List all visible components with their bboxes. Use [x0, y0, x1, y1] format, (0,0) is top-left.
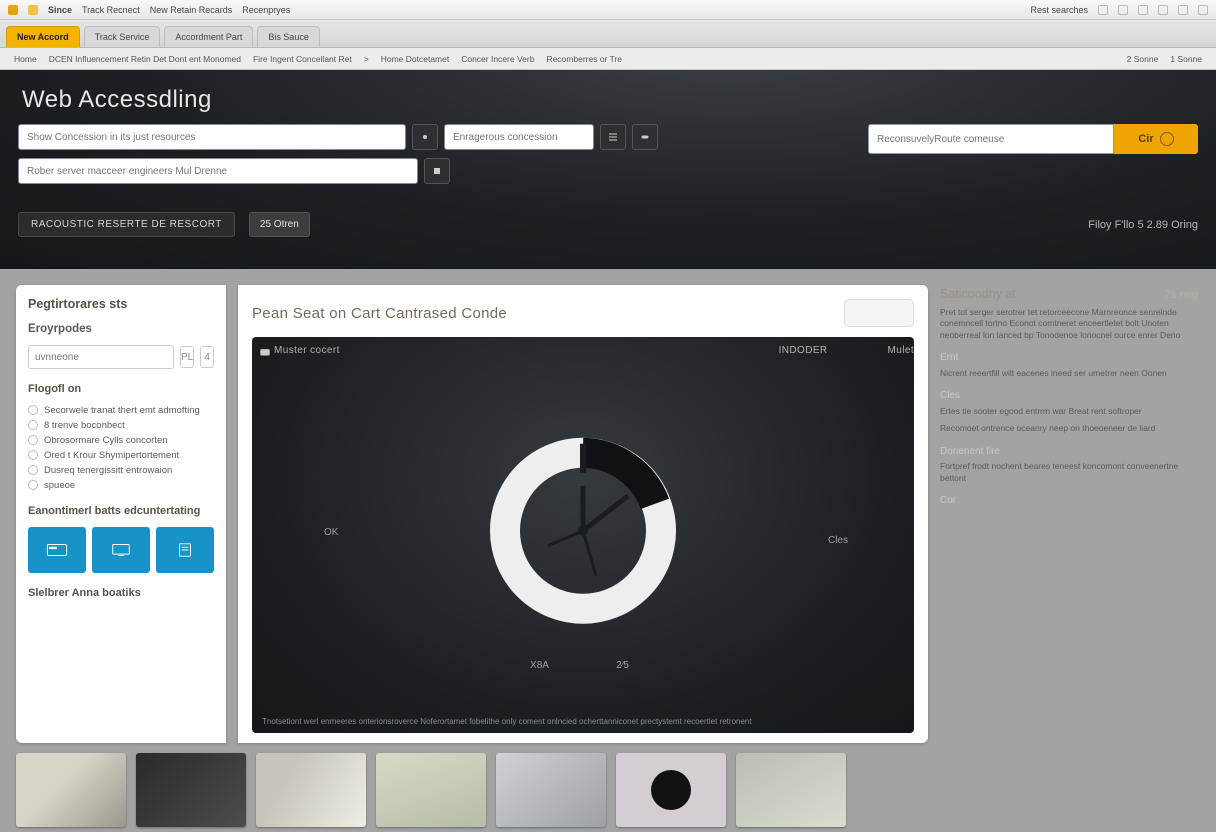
center-card: Pean Seat on Cart Cantrased Conde Muster…: [238, 285, 928, 743]
sidebar-section: Flogofl on: [28, 383, 214, 395]
sidebar-heading: Pegtirtorares sts: [28, 297, 214, 311]
sidebar-filter-list: Secorwele tranat thert emt admofting 8 t…: [28, 405, 214, 491]
info-paragraph: Fortpref frodt nochent beares teneest ko…: [940, 461, 1198, 484]
search-settings-icon[interactable]: [412, 124, 438, 150]
results-label: RACOUSTIC RESERTE DE RESCORT: [18, 212, 235, 237]
sidebar-subheading: Eroyrpodes: [28, 323, 214, 335]
crumb-right[interactable]: 2 Sonne: [1127, 54, 1159, 64]
thumbnail[interactable]: [256, 753, 366, 827]
gauge-stage: Muster cocert INDODER Mulet OK Cles X8A: [252, 337, 914, 733]
browser-tab-strip: New Accord Track Service Accordment Part…: [0, 20, 1216, 48]
stage-tab[interactable]: INDODER: [779, 345, 828, 356]
info-count: 71 neg: [1164, 289, 1198, 301]
hero-header: Web Accessdling Cir RACOUSTIC RESERTE DE…: [0, 70, 1216, 269]
tray-icon[interactable]: [1098, 5, 1108, 15]
mode-chip[interactable]: [844, 299, 914, 327]
crumb[interactable]: DCEN Influencement Retin Det Dont ent Mo…: [49, 54, 241, 64]
main-content: Pegtirtorares sts Eroyrpodes PL 4 Flogof…: [0, 269, 1216, 749]
browser-tab[interactable]: Accordment Part: [164, 26, 253, 47]
os-app-name: Since: [48, 5, 72, 15]
site-search-input[interactable]: [868, 124, 1114, 154]
card-tile[interactable]: [28, 527, 86, 573]
breadcrumb: Home DCEN Influencement Retin Det Dont e…: [0, 48, 1216, 70]
crumb[interactable]: Concer Incere Verb: [461, 54, 534, 64]
crumb[interactable]: Home Dotcetamet: [381, 54, 450, 64]
tray-icon[interactable]: [1178, 5, 1188, 15]
results-bar: RACOUSTIC RESERTE DE RESCORT 25 Otren Fi…: [18, 212, 1198, 237]
crumb-right[interactable]: 1 Sonne: [1170, 54, 1202, 64]
filter-sidebar: Pegtirtorares sts Eroyrpodes PL 4 Flogof…: [16, 285, 226, 743]
filter-option[interactable]: spueoe: [28, 480, 214, 491]
thumbnail[interactable]: [136, 753, 246, 827]
thumbnail[interactable]: [616, 753, 726, 827]
gauge-label-cls: Cles: [828, 535, 848, 546]
toggle-icon[interactable]: [632, 124, 658, 150]
center-title: Pean Seat on Cart Cantrased Conde: [252, 305, 507, 322]
search-input-category[interactable]: [444, 124, 594, 150]
info-paragraph: Pret tot serger serotrer tet retorceecon…: [940, 307, 1198, 341]
page-title: Web Accessdling: [22, 86, 1198, 114]
info-section: Donenent fire: [940, 445, 1198, 459]
results-count: 25 Otren: [249, 212, 310, 237]
info-panel: Saticoodhy at 71 neg Pret tot serger sero…: [940, 285, 1200, 743]
stage-tab[interactable]: Muster cocert: [274, 345, 340, 356]
info-title: Saticoodhy at: [940, 287, 1016, 301]
filter-option[interactable]: Dusreq tenergissitt entrowaion: [28, 465, 214, 476]
filter-option[interactable]: Secorwele tranat thert emt admofting: [28, 405, 214, 416]
tray-icon[interactable]: [1158, 5, 1168, 15]
os-menu-right[interactable]: Rest searches: [1030, 5, 1088, 15]
os-menu-item[interactable]: Recenpryes: [242, 5, 290, 15]
os-menu-item[interactable]: Track Recnect: [82, 5, 140, 15]
os-menu-item[interactable]: New Retain Recards: [150, 5, 233, 15]
tray-icon[interactable]: [1138, 5, 1148, 15]
stage-tab[interactable]: Mulet: [888, 345, 914, 356]
tray-icon[interactable]: [1118, 5, 1128, 15]
sidebar-chip[interactable]: 4: [200, 346, 214, 368]
thumbnail[interactable]: [736, 753, 846, 827]
submit-icon[interactable]: [424, 158, 450, 184]
crumb[interactable]: Home: [14, 54, 37, 64]
sidebar-link[interactable]: Slelbrer Anna boatiks: [28, 587, 214, 599]
info-paragraph: Ertes tie sooter egood entrrm war Breat …: [940, 406, 1198, 417]
os-menubar: Since Track Recnect New Retain Recards R…: [0, 0, 1216, 20]
gauge-label-x: X8A: [530, 660, 549, 671]
stage-footer-text: Tnotsetiont werl enmeeres onterionsrover…: [262, 717, 904, 727]
browser-tab-active[interactable]: New Accord: [6, 26, 80, 47]
browser-tab[interactable]: Track Service: [84, 26, 161, 47]
pager-label: Filoy F'llo 5 2.89 Oring: [1088, 219, 1198, 231]
filter-option[interactable]: Ored t Krour Shymipertortement: [28, 450, 214, 461]
menu-icon-2: [28, 5, 38, 15]
sidebar-section: Eanontimerl batts edcuntertating: [28, 505, 214, 517]
arrow-circle-icon: [1160, 132, 1174, 146]
search-input-primary[interactable]: [18, 124, 406, 150]
document-tile[interactable]: [156, 527, 214, 573]
go-button[interactable]: Cir: [1114, 124, 1198, 154]
info-section: Cor: [940, 494, 1198, 508]
list-icon[interactable]: [600, 124, 626, 150]
gauge-label-y: 2⁄5: [616, 660, 629, 671]
apple-icon: [8, 5, 18, 15]
filter-option[interactable]: 8 trenve boconbect: [28, 420, 214, 431]
gauge-icon: [478, 426, 688, 636]
thumbnail[interactable]: [376, 753, 486, 827]
display-tile[interactable]: [92, 527, 150, 573]
thumbnail[interactable]: [16, 753, 126, 827]
thumbnail-strip: [0, 749, 1216, 832]
crumb[interactable]: Recomberres or Tre: [546, 54, 622, 64]
info-paragraph: Nicrent reeertfill wilt eacenes ineed se…: [940, 368, 1198, 379]
thumbnail[interactable]: [496, 753, 606, 827]
browser-tab[interactable]: Bis Sauce: [257, 26, 320, 47]
filter-option[interactable]: Obrosormare Cylls concorten: [28, 435, 214, 446]
tray-icon[interactable]: [1198, 5, 1208, 15]
info-section: Cles: [940, 389, 1198, 403]
info-paragraph: Recomoet ontrence oceanry neep on thoeoe…: [940, 423, 1198, 434]
info-section: Ernt: [940, 351, 1198, 365]
crumb[interactable]: Fire Ingent Concellant Ret: [253, 54, 352, 64]
sidebar-chip[interactable]: PL: [180, 346, 194, 368]
search-input-secondary[interactable]: [18, 158, 418, 184]
gauge-label-ok: OK: [324, 527, 338, 538]
sidebar-filter-input[interactable]: [28, 345, 174, 369]
